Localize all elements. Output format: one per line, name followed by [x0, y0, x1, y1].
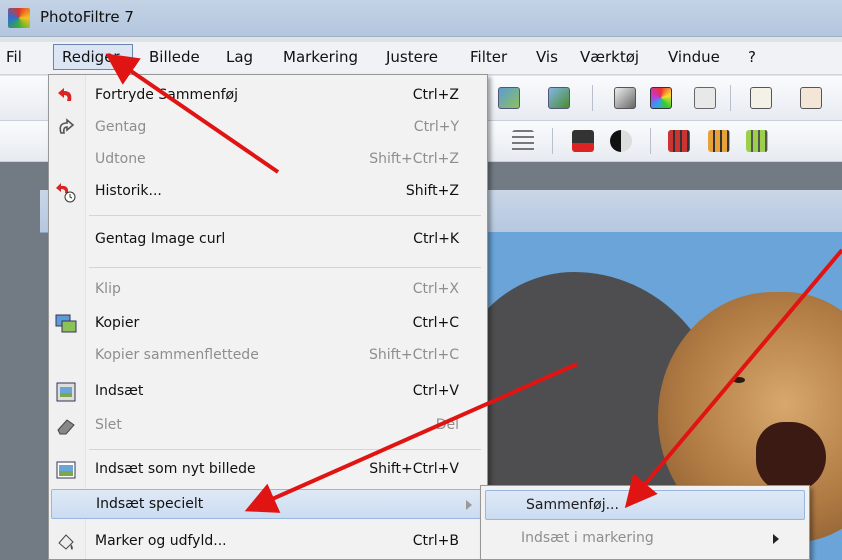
menu-item-label: Kopier: [95, 315, 140, 331]
menu-item-delete[interactable]: Slet Del: [49, 411, 487, 441]
contrast-auto-icon[interactable]: [610, 130, 632, 152]
menu-fil[interactable]: Fil: [6, 48, 22, 66]
menu-item-label: Sammenføj...: [526, 497, 619, 513]
menu-lag[interactable]: Lag: [226, 48, 253, 66]
menu-item-redo[interactable]: Gentag Ctrl+Y: [49, 113, 487, 143]
title-bar: PhotoFiltre 7: [0, 0, 842, 37]
menu-item-copy-merged[interactable]: Kopier sammenflettede Shift+Ctrl+C: [49, 341, 487, 371]
menu-item-paste-special[interactable]: Indsæt specielt: [51, 489, 485, 519]
mosaic-warm-icon[interactable]: [708, 130, 730, 152]
menu-item-label: Kopier sammenflettede: [95, 347, 259, 363]
image-paste-icon[interactable]: [548, 87, 570, 109]
menu-item-shortcut: Shift+Ctrl+C: [369, 347, 459, 363]
menu-item-label: Gentag Image curl: [95, 231, 226, 247]
menu-item-label: Historik...: [95, 183, 162, 199]
menu-item-label: Udtone: [95, 151, 146, 167]
photo-lion-mouth: [756, 422, 826, 492]
history-icon: [55, 181, 77, 203]
menu-vaerktoj[interactable]: Værktøj: [580, 48, 639, 66]
menu-item-label: Gentag: [95, 119, 147, 135]
levels-icon[interactable]: [512, 130, 534, 152]
menu-item-label: Indsæt specielt: [96, 496, 204, 512]
menu-filter[interactable]: Filter: [470, 48, 507, 66]
photo-lion-eye: [733, 377, 745, 383]
figure-run-icon[interactable]: [800, 87, 822, 109]
submenu-arrow-icon: [466, 500, 472, 510]
image-icon[interactable]: [498, 87, 520, 109]
menu-separator: [89, 449, 481, 450]
grayscale-icon[interactable]: [614, 87, 636, 109]
menu-bar: Fil Rediger Billede Lag Markering Juster…: [0, 42, 842, 75]
menu-separator: [89, 215, 481, 216]
eraser-icon: [55, 415, 77, 437]
menu-item-shortcut: Ctrl+V: [412, 383, 459, 399]
menu-separator: [89, 267, 481, 268]
submenu-item-paste-into-selection[interactable]: Indsæt i markering: [481, 524, 809, 554]
redo-icon: [55, 117, 77, 139]
menu-item-shortcut: Del: [435, 417, 459, 433]
toolbar-separator: [552, 128, 553, 154]
menu-help[interactable]: ?: [748, 48, 756, 66]
menu-item-shortcut: Ctrl+Z: [412, 87, 459, 103]
menu-item-shortcut: Shift+Ctrl+Z: [369, 151, 459, 167]
paste-new-icon: [55, 459, 77, 481]
fill-icon: [55, 531, 77, 553]
menu-item-label: Indsæt som nyt billede: [95, 461, 256, 477]
figure-icon[interactable]: [750, 87, 772, 109]
menu-item-shortcut: Ctrl+X: [412, 281, 459, 297]
menu-item-shortcut: Ctrl+Y: [413, 119, 459, 135]
mosaic-green-icon[interactable]: [746, 130, 768, 152]
menu-item-copy[interactable]: Kopier Ctrl+C: [49, 309, 487, 339]
menu-item-undo[interactable]: Fortryde Sammenføj Ctrl+Z: [49, 81, 487, 111]
paste-special-submenu: Sammenføj... Indsæt i markering: [480, 485, 810, 560]
submenu-item-merge[interactable]: Sammenføj...: [485, 490, 805, 520]
menu-justere[interactable]: Justere: [386, 48, 438, 66]
menu-item-paste-as-new-image[interactable]: Indsæt som nyt billede Shift+Ctrl+V: [49, 455, 487, 485]
menu-item-fade[interactable]: Udtone Shift+Ctrl+Z: [49, 145, 487, 175]
submenu-arrow-icon: [773, 534, 779, 544]
menu-item-label: Slet: [95, 417, 122, 433]
toolbar-separator: [650, 128, 651, 154]
menu-vindue[interactable]: Vindue: [668, 48, 720, 66]
toolbar-separator: [730, 85, 731, 111]
menu-item-label: Fortryde Sammenføj: [95, 87, 238, 103]
menu-item-paste[interactable]: Indsæt Ctrl+V: [49, 377, 487, 407]
gamma-auto-icon[interactable]: [572, 130, 594, 152]
paste-icon: [55, 381, 77, 403]
window-title: PhotoFiltre 7: [40, 8, 134, 26]
menu-markering[interactable]: Markering: [283, 48, 358, 66]
undo-icon: [55, 85, 77, 107]
menu-item-repeat-image-curl[interactable]: Gentag Image curl Ctrl+K: [49, 225, 487, 255]
menu-item-history[interactable]: Historik... Shift+Z: [49, 177, 487, 207]
menu-item-select-and-fill[interactable]: Marker og udfyld... Ctrl+B: [49, 527, 487, 557]
copy-icon: [55, 313, 77, 335]
menu-item-shortcut: Ctrl+B: [412, 533, 459, 549]
menu-item-label: Marker og udfyld...: [95, 533, 227, 549]
menu-item-shortcut: Ctrl+C: [412, 315, 459, 331]
menu-item-label: Klip: [95, 281, 121, 297]
menu-rediger[interactable]: Rediger: [62, 48, 120, 66]
mosaic-icon[interactable]: [668, 130, 690, 152]
menu-item-label: Indsæt i markering: [521, 530, 654, 546]
photofiltre-logo-icon: [8, 8, 30, 28]
menu-item-shortcut: Ctrl+K: [413, 231, 459, 247]
edit-menu-dropdown: Fortryde Sammenføj Ctrl+Z Gentag Ctrl+Y …: [48, 74, 488, 560]
menu-item-label: Indsæt: [95, 383, 144, 399]
color-palette-icon[interactable]: [650, 87, 672, 109]
menu-vis[interactable]: Vis: [536, 48, 558, 66]
toolbar-separator: [592, 85, 593, 111]
menu-item-cut[interactable]: Klip Ctrl+X: [49, 275, 487, 305]
filter-icon[interactable]: [694, 87, 716, 109]
menu-item-shortcut: Shift+Z: [405, 183, 459, 199]
menu-billede[interactable]: Billede: [149, 48, 200, 66]
menu-item-shortcut: Shift+Ctrl+V: [369, 461, 459, 477]
